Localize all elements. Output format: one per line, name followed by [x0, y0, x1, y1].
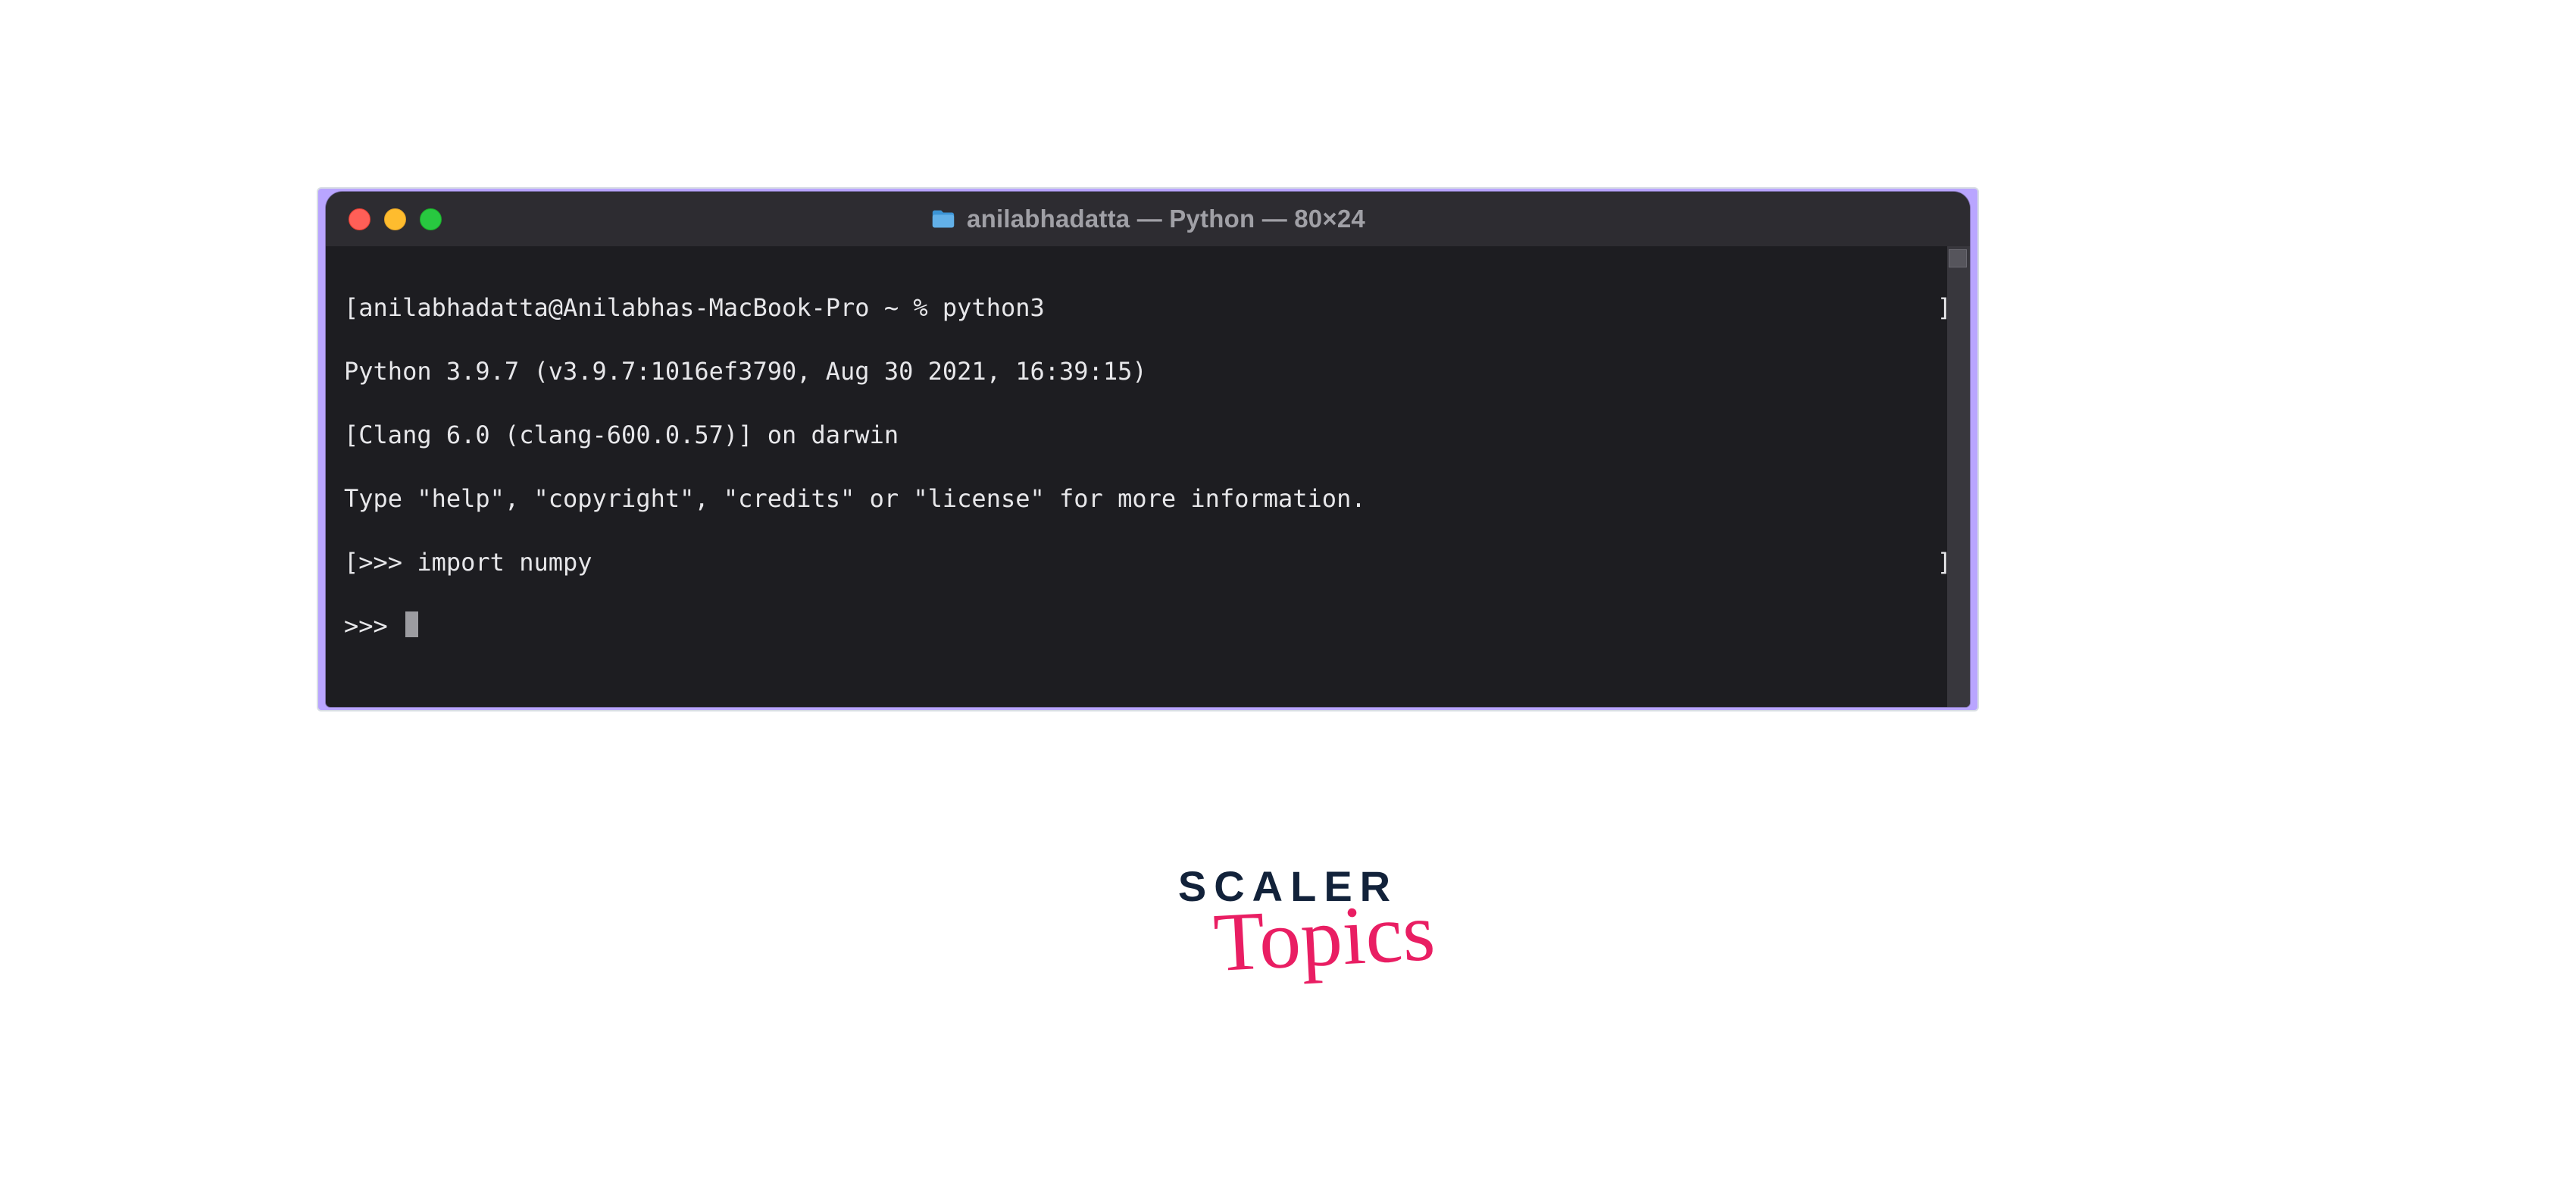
close-icon[interactable]	[349, 208, 370, 230]
terminal-text: ]	[1937, 546, 1952, 578]
maximize-icon[interactable]	[420, 208, 442, 230]
traffic-lights	[349, 208, 442, 230]
window-titlebar[interactable]: anilabhadatta — Python — 80×24	[326, 192, 1970, 246]
minimize-icon[interactable]	[384, 208, 406, 230]
terminal-line: Type "help", "copyright", "credits" or "…	[344, 483, 1952, 514]
folder-icon	[930, 206, 956, 232]
terminal-text: [anilabhadatta@Anilabhas-MacBook-Pro ~ %…	[344, 292, 1045, 324]
terminal-line: [>>> import numpy]	[344, 546, 1952, 578]
prompt: >>>	[344, 611, 402, 640]
window-title-wrap: anilabhadatta — Python — 80×24	[326, 205, 1970, 233]
window-title: anilabhadatta — Python — 80×24	[967, 205, 1365, 233]
page-stage: anilabhadatta — Python — 80×24 [anilabha…	[0, 0, 2576, 1204]
brand-logo: SCALER Topics	[1177, 865, 1399, 977]
terminal-text: [>>> import numpy	[344, 546, 592, 578]
terminal-line: [anilabhadatta@Anilabhas-MacBook-Pro ~ %…	[344, 292, 1952, 324]
terminal-text: ]	[1937, 292, 1952, 324]
brand-logo-bottom: Topics	[1212, 894, 1437, 980]
terminal-line: [Clang 6.0 (clang-600.0.57)] on darwin	[344, 419, 1952, 451]
cursor-icon	[405, 611, 418, 637]
terminal-body[interactable]: [anilabhadatta@Anilabhas-MacBook-Pro ~ %…	[326, 246, 1970, 705]
terminal-line: >>>	[344, 610, 1952, 642]
terminal-frame: anilabhadatta — Python — 80×24 [anilabha…	[317, 187, 1979, 711]
terminal-line: Python 3.9.7 (v3.9.7:1016ef3790, Aug 30 …	[344, 355, 1952, 387]
terminal-window[interactable]: anilabhadatta — Python — 80×24 [anilabha…	[326, 192, 1970, 707]
